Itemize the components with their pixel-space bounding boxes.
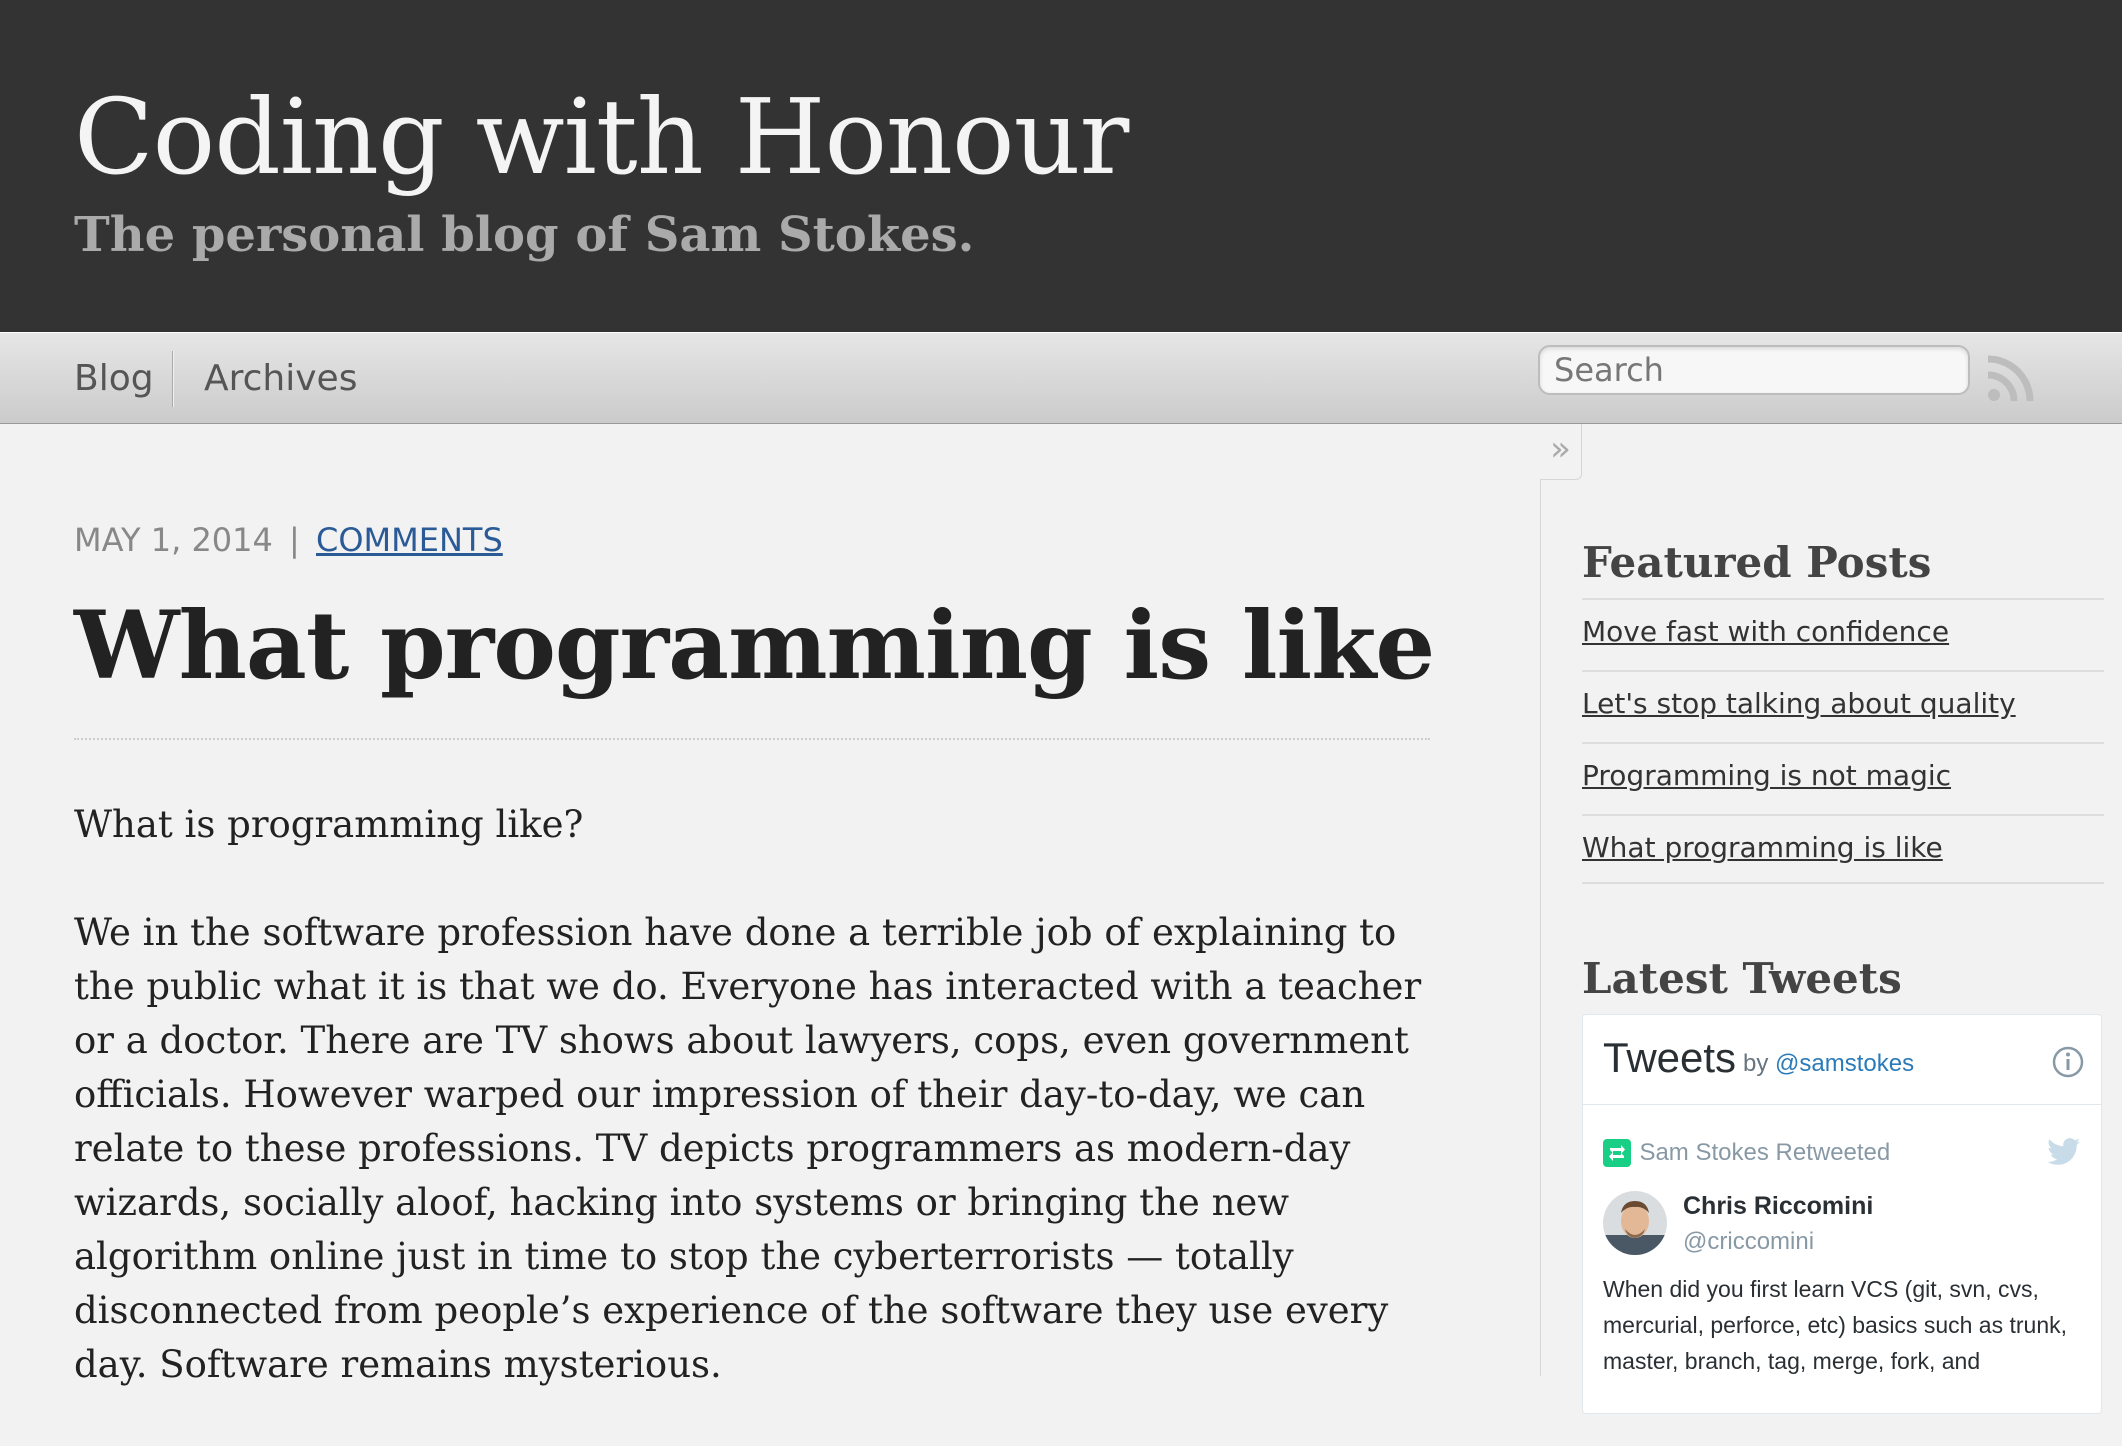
tweet-text: When did you first learn VCS (git, svn, … bbox=[1603, 1276, 2067, 1374]
sidebar-collapse-toggle[interactable]: » bbox=[1540, 424, 1582, 480]
featured-posts-list: Move fast with confidence Let's stop tal… bbox=[1582, 598, 2104, 884]
retweet-indicator: Sam Stokes Retweeted bbox=[1603, 1139, 1890, 1171]
widget-handle-link[interactable]: @samstokes bbox=[1775, 1050, 1914, 1077]
sidebar: Featured Posts Move fast with confidence… bbox=[1540, 480, 2122, 1414]
site-title[interactable]: Coding with Honour bbox=[74, 72, 1129, 202]
site-subtitle: The personal blog of Sam Stokes. bbox=[74, 207, 975, 263]
avatar[interactable] bbox=[1603, 1191, 1667, 1255]
comments-link[interactable]: COMMENTS bbox=[316, 521, 503, 559]
avatar-image bbox=[1603, 1191, 1667, 1255]
twitter-bird-icon[interactable] bbox=[2047, 1137, 2081, 1167]
tweet-widget-title: Tweets bbox=[1603, 1034, 1737, 1081]
featured-post-link[interactable]: Move fast with confidence bbox=[1582, 615, 1949, 648]
post-paragraph: What is programming like? bbox=[74, 803, 584, 846]
featured-posts-heading: Featured Posts bbox=[1582, 538, 1932, 587]
list-item: Programming is not magic bbox=[1582, 742, 2104, 814]
featured-post-link[interactable]: What programming is like bbox=[1582, 831, 1943, 864]
nav-divider bbox=[172, 351, 174, 407]
tweet-widget-header: Tweets by @samstokes bbox=[1583, 1015, 2101, 1105]
retweeted-label[interactable]: Sam Stokes Retweeted bbox=[1639, 1139, 1890, 1166]
list-item: Let's stop talking about quality bbox=[1582, 670, 2104, 742]
rss-icon[interactable] bbox=[1986, 353, 2036, 403]
latest-tweets-heading: Latest Tweets bbox=[1582, 954, 1902, 1003]
tweet-widget: Tweets by @samstokes Sam Stokes Retweete… bbox=[1582, 1014, 2102, 1414]
retweet-icon bbox=[1603, 1139, 1631, 1167]
search-input[interactable] bbox=[1538, 345, 1970, 395]
post-body: What is programming like? We in the soft… bbox=[74, 798, 1454, 1446]
info-icon[interactable] bbox=[2051, 1045, 2085, 1079]
list-item: What programming is like bbox=[1582, 814, 2104, 884]
main-content: MAY 1, 2014 | COMMENTS What programming … bbox=[0, 424, 1540, 1386]
post-meta: MAY 1, 2014 | COMMENTS bbox=[74, 520, 503, 560]
site-header: Coding with Honour The personal blog of … bbox=[0, 0, 2122, 332]
featured-post-link[interactable]: Let's stop talking about quality bbox=[1582, 687, 2016, 720]
meta-separator: | bbox=[289, 521, 300, 559]
list-item: Move fast with confidence bbox=[1582, 598, 2104, 670]
post-title: What programming is like bbox=[74, 591, 1435, 701]
tweet-widget-byline: by @samstokes bbox=[1743, 1049, 1914, 1079]
title-divider bbox=[74, 738, 1430, 740]
main-nav: Blog Archives bbox=[0, 332, 2122, 424]
nav-item-archives[interactable]: Archives bbox=[204, 355, 357, 403]
tweet-author-handle[interactable]: @criccomini bbox=[1683, 1227, 1814, 1257]
by-label: by bbox=[1743, 1050, 1769, 1077]
tweet-author-name[interactable]: Chris Riccomini bbox=[1683, 1191, 1873, 1221]
post-paragraph: We in the software profession have done … bbox=[74, 911, 1422, 1386]
featured-post-link[interactable]: Programming is not magic bbox=[1582, 759, 1951, 792]
post-date: MAY 1, 2014 bbox=[74, 521, 273, 559]
nav-item-blog[interactable]: Blog bbox=[74, 355, 154, 403]
